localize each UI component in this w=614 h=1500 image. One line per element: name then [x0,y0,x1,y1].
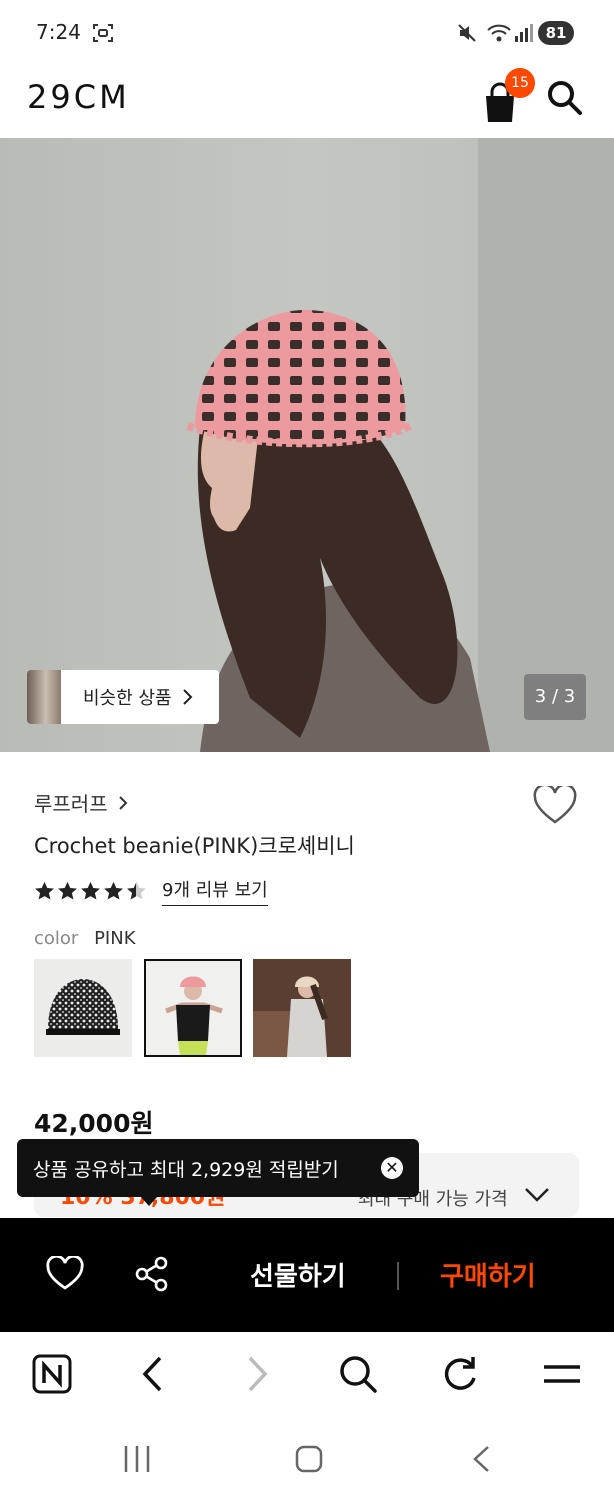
swatch-image [253,959,351,1057]
color-swatch-cream[interactable] [253,959,351,1057]
tooltip-text: 상품 공유하고 최대 2,929원 적립받기 [33,1158,339,1181]
status-time: 7:24 [36,20,81,44]
close-icon[interactable]: ✕ [381,1157,403,1179]
action-divider [397,1262,399,1290]
status-bar: 7:24 81 [0,0,614,64]
home-icon[interactable] [294,1444,324,1474]
cart-button[interactable]: 15 [476,68,536,124]
star-icon [104,881,123,900]
product-price: 42,000원 [34,1109,154,1138]
search-icon[interactable] [338,1354,378,1394]
recent-apps-icon[interactable] [120,1444,154,1474]
similar-products-label: 비슷한 상품 [83,688,172,709]
star-icon [35,881,54,900]
color-swatch-pink[interactable] [144,959,242,1057]
cart-count-badge: 15 [505,68,535,98]
system-navigation-bar [0,1428,614,1500]
brand-logo[interactable]: 29CM [27,78,130,116]
rating-row: 9개 리뷰 보기 [34,876,268,906]
signal-icon [515,24,533,42]
search-icon[interactable] [545,78,585,118]
back-icon[interactable] [140,1354,166,1394]
color-value: PINK [94,928,136,949]
star-icon [58,881,77,900]
refresh-icon[interactable] [440,1354,480,1394]
swatch-image [34,959,132,1057]
product-title: Crochet beanie(PINK)크로셰비니 [34,834,355,858]
chevron-down-icon [525,1188,549,1202]
product-image-carousel[interactable]: 비슷한 상품 3 / 3 [0,138,614,752]
color-row: color PINK [34,928,136,949]
share-icon[interactable] [134,1256,170,1292]
color-swatch-black[interactable] [34,959,132,1057]
image-counter: 3 / 3 [524,674,586,720]
screenshot-icon [93,24,113,42]
browser-toolbar [0,1332,614,1428]
color-label: color [34,928,79,949]
purchase-action-bar: 선물하기 구매하기 [0,1218,614,1332]
tooltip-tail [141,1197,157,1206]
buy-button[interactable]: 구매하기 [440,1256,536,1293]
heart-icon[interactable] [533,786,577,826]
review-link[interactable]: 9개 리뷰 보기 [162,876,268,906]
share-reward-tooltip: 상품 공유하고 최대 2,929원 적립받기 ✕ [17,1139,419,1206]
star-icon [81,881,100,900]
app-header: 29CM 15 [0,64,614,138]
similar-product-thumbnail [27,670,61,724]
mute-icon [458,24,476,42]
brand-name: 루프러프 [34,792,108,816]
similar-products-button[interactable]: 비슷한 상품 [27,670,219,724]
battery-indicator: 81 [538,21,574,45]
back-icon[interactable] [470,1444,492,1474]
star-rating [35,881,146,900]
swatch-image [146,961,240,1055]
menu-icon[interactable] [542,1354,582,1394]
naver-home-icon[interactable] [32,1354,72,1394]
chevron-right-icon [118,795,128,810]
brand-link[interactable]: 루프러프 [34,788,128,817]
forward-icon [248,1356,268,1392]
chevron-right-icon [182,689,192,705]
wifi-icon [487,24,511,42]
product-photo [0,138,614,752]
heart-icon[interactable] [46,1256,84,1292]
gift-button[interactable]: 선물하기 [250,1256,346,1293]
